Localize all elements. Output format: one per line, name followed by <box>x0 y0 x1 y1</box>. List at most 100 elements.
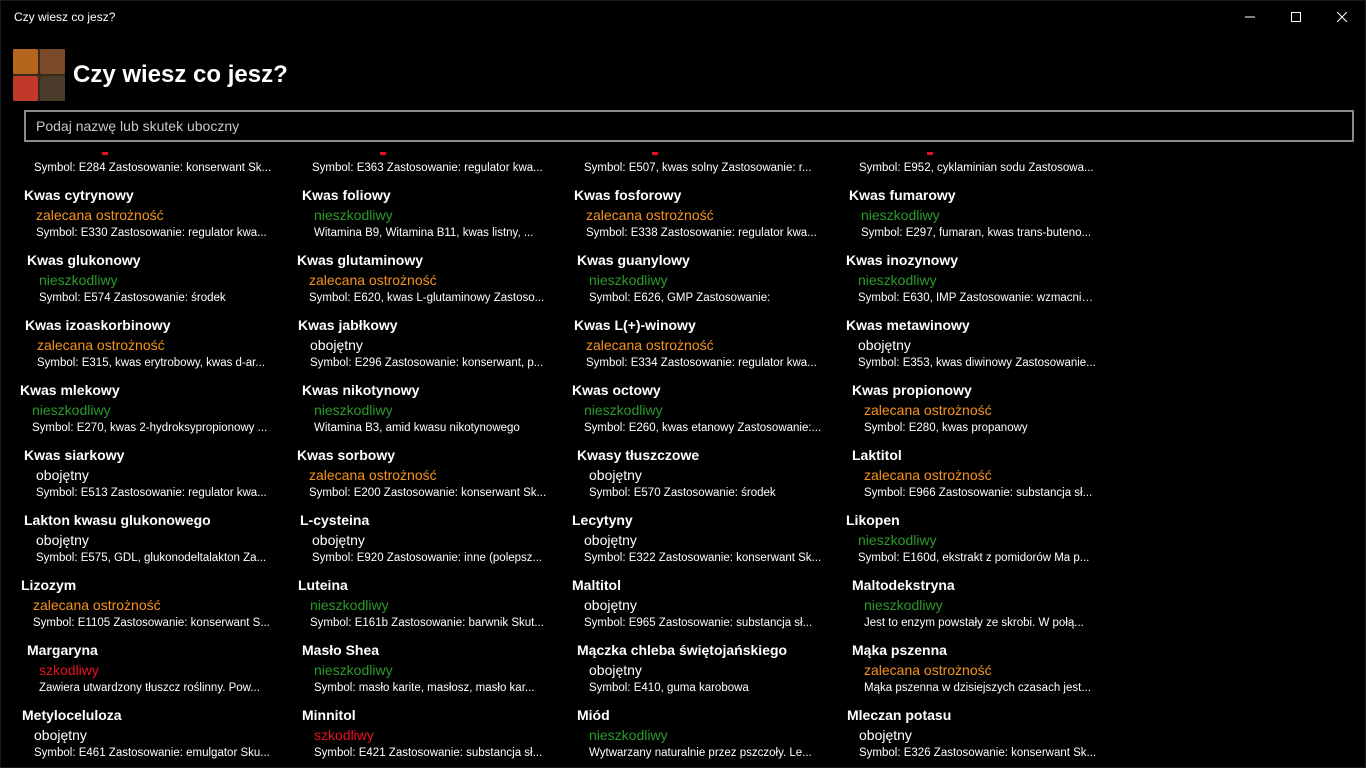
list-item[interactable]: Lizozym zalecana ostrożność Symbol: E1105 … <box>21 577 271 639</box>
list-item[interactable]: Mączka chleba świętojańskiego obojętny Sym… <box>577 642 827 704</box>
status-badge: obojętny <box>34 727 87 743</box>
list-item[interactable]: Kwas fosforowy zalecana ostrożność Symbol:… <box>574 187 824 249</box>
item-description: Symbol: E620, kwas L-glutaminowy Zastoso… <box>309 292 545 304</box>
list-item[interactable]: Margaryna szkodliwy Zawiera utwardzony tłu… <box>27 642 277 704</box>
list-item[interactable]: Kwas glukonowy nieszkodliwy Symbol: E574 Z… <box>27 252 277 314</box>
list-item[interactable]: Kwas izoaskorbinowy zalecana ostrożność Sy… <box>25 317 275 379</box>
item-name: Maltitol <box>572 577 621 593</box>
list-item[interactable]: Maltodekstryna nieszkodliwy Jest to enzym … <box>852 577 1102 639</box>
list-item[interactable]: Maltitol obojętny Symbol: E965 Zastosowani… <box>572 577 822 639</box>
status-badge: nieszkodliwy <box>584 402 663 418</box>
list-item[interactable]: Kwas guanylowy nieszkodliwy Symbol: E626, … <box>577 252 827 314</box>
status-badge: obojętny <box>858 337 911 353</box>
list-item[interactable]: Likopen nieszkodliwy Symbol: E160d, ekstra… <box>846 512 1096 574</box>
item-name: Metyloceluloza <box>22 707 122 723</box>
item-name: Kwas cytrynowy <box>24 187 134 203</box>
status-badge: obojętny <box>312 532 365 548</box>
list-item[interactable]: Kwas metawinowy obojętny Symbol: E353, kwa… <box>846 317 1096 379</box>
list-item[interactable]: Minnitol szkodliwy Symbol: E421 Zastosowan… <box>302 707 552 767</box>
search-input[interactable] <box>26 112 1352 140</box>
app-window: Czy wiesz co jesz? Czy wiesz co jesz? Sy… <box>0 0 1366 768</box>
ingredient-list[interactable]: Symbol: E284 Zastosowanie: konserwant Sk… <box>1 144 1365 767</box>
status-badge: nieszkodliwy <box>32 402 111 418</box>
item-name: Lizozym <box>21 577 77 593</box>
list-item[interactable]: Kwas L(+)-winowy zalecana ostrożność Symbo… <box>574 317 824 379</box>
list-item[interactable]: Masło Shea nieszkodliwy Symbol: masło kari… <box>302 642 552 704</box>
item-name: Masło Shea <box>302 642 380 658</box>
list-item[interactable]: Metyloceluloza obojętny Symbol: E461 Zasto… <box>22 707 272 767</box>
list-item[interactable]: Kwas glutaminowy zalecana ostrożność Symbo… <box>297 252 547 314</box>
list-item[interactable]: Kwas nikotynowy nieszkodliwy Witamina B3, … <box>302 382 552 444</box>
status-badge: obojętny <box>584 532 637 548</box>
list-item[interactable]: Kwasy tłuszczowe obojętny Symbol: E570 Zas… <box>577 447 827 509</box>
app-header: Czy wiesz co jesz? <box>13 49 288 101</box>
close-button[interactable] <box>1319 1 1365 33</box>
item-description: Symbol: E160d, ekstrakt z pomidorów Ma p… <box>858 552 1090 564</box>
list-item[interactable]: Mąka pszenna zalecana ostrożność Mąka psze… <box>852 642 1102 704</box>
status-badge: obojętny <box>859 727 912 743</box>
item-name: Miód <box>577 707 610 723</box>
item-name: Kwasy tłuszczowe <box>577 447 700 463</box>
item-name: Mleczan potasu <box>847 707 952 723</box>
item-description: Jest to enzym powstały ze skrobi. W połą… <box>864 617 1084 629</box>
status-badge: zalecana ostrożność <box>37 337 165 353</box>
status-badge: zalecana ostrożność <box>309 272 437 288</box>
item-description: Witamina B3, amid kwasu nikotynowego <box>314 422 520 434</box>
item-name: L-cysteina <box>300 512 370 528</box>
status-mark <box>102 152 108 155</box>
status-badge: obojętny <box>36 532 89 548</box>
list-item[interactable]: Kwas sorbowy zalecana ostrożność Symbol: E… <box>297 447 547 509</box>
item-description: Symbol: E330 Zastosowanie: regulator kwa… <box>36 227 267 239</box>
minimize-icon <box>1245 16 1255 18</box>
item-description: Symbol: E410, guma karobowa <box>589 682 749 694</box>
list-item[interactable]: Luteina nieszkodliwy Symbol: E161b Zastoso… <box>298 577 548 639</box>
list-item[interactable]: Miód nieszkodliwy Wytwarzany naturalnie pr… <box>577 707 827 767</box>
list-item[interactable]: Kwas siarkowy obojętny Symbol: E513 Zastos… <box>24 447 274 509</box>
item-name: Kwas glutaminowy <box>297 252 424 268</box>
list-item[interactable]: L-cysteina obojętny Symbol: E920 Zastosowa… <box>300 512 550 574</box>
status-badge: nieszkodliwy <box>858 532 937 548</box>
item-description: Symbol: E507, kwas solny Zastosowanie: r… <box>584 162 812 174</box>
list-item[interactable]: Lecytyny obojętny Symbol: E322 Zastosowani… <box>572 512 822 574</box>
list-item[interactable]: Kwas fumarowy nieszkodliwy Symbol: E297, f… <box>849 187 1099 249</box>
status-badge: obojętny <box>589 662 642 678</box>
item-name: Maltodekstryna <box>852 577 955 593</box>
status-mark <box>380 152 386 155</box>
list-item[interactable]: Kwas foliowy nieszkodliwy Witamina B9, Wit… <box>302 187 552 249</box>
item-name: Kwas izoaskorbinowy <box>25 317 171 333</box>
status-badge: obojętny <box>584 597 637 613</box>
list-item[interactable]: Kwas mlekowy nieszkodliwy Symbol: E270, kw… <box>20 382 270 444</box>
item-description: Symbol: E920 Zastosowanie: inne (polepsz… <box>312 552 543 564</box>
item-name: Kwas fumarowy <box>849 187 956 203</box>
window-title: Czy wiesz co jesz? <box>14 10 116 24</box>
search-box[interactable] <box>24 110 1354 142</box>
list-item[interactable]: Kwas propionowy zalecana ostrożność Symbol… <box>852 382 1102 444</box>
status-badge: obojętny <box>36 467 89 483</box>
list-item[interactable]: Mleczan potasu obojętny Symbol: E326 Zasto… <box>847 707 1097 767</box>
item-name: Minnitol <box>302 707 356 723</box>
item-name: Kwas metawinowy <box>846 317 970 333</box>
item-description: Symbol: E574 Zastosowanie: środek <box>39 292 226 304</box>
item-description: Symbol: E461 Zastosowanie: emulgator Sku… <box>34 747 270 759</box>
item-description: Symbol: E260, kwas etanowy Zastosowanie:… <box>584 422 822 434</box>
item-description: Symbol: E270, kwas 2-hydroksypropionowy … <box>32 422 268 434</box>
item-name: Kwas fosforowy <box>574 187 682 203</box>
maximize-button[interactable] <box>1273 1 1319 33</box>
status-badge: nieszkodliwy <box>39 272 118 288</box>
status-badge: nieszkodliwy <box>864 597 943 613</box>
list-item[interactable]: Kwas inozynowy nieszkodliwy Symbol: E630, … <box>846 252 1096 314</box>
list-item[interactable]: Kwas jabłkowy obojętny Symbol: E296 Zastos… <box>298 317 548 379</box>
item-description: Symbol: E626, GMP Zastosowanie: <box>589 292 771 304</box>
list-item[interactable]: Kwas cytrynowy zalecana ostrożność Symbol:… <box>24 187 274 249</box>
status-badge: zalecana ostrożność <box>586 337 714 353</box>
item-description: Symbol: E575, GDL, glukonodeltalakton Za… <box>36 552 267 564</box>
list-item[interactable]: Lakton kwasu glukonowego obojętny Symbol: … <box>24 512 274 574</box>
status-badge: zalecana ostrożność <box>309 467 437 483</box>
status-badge: zalecana ostrożność <box>864 467 992 483</box>
list-item[interactable]: Kwas octowy nieszkodliwy Symbol: E260, kwa… <box>572 382 822 444</box>
status-badge: nieszkodliwy <box>589 727 668 743</box>
title-bar[interactable]: Czy wiesz co jesz? <box>1 1 1365 33</box>
list-item[interactable]: Laktitol zalecana ostrożność Symbol: E966 … <box>852 447 1102 509</box>
item-description: Symbol: E326 Zastosowanie: konserwant Sk… <box>859 747 1097 759</box>
minimize-button[interactable] <box>1227 1 1273 33</box>
